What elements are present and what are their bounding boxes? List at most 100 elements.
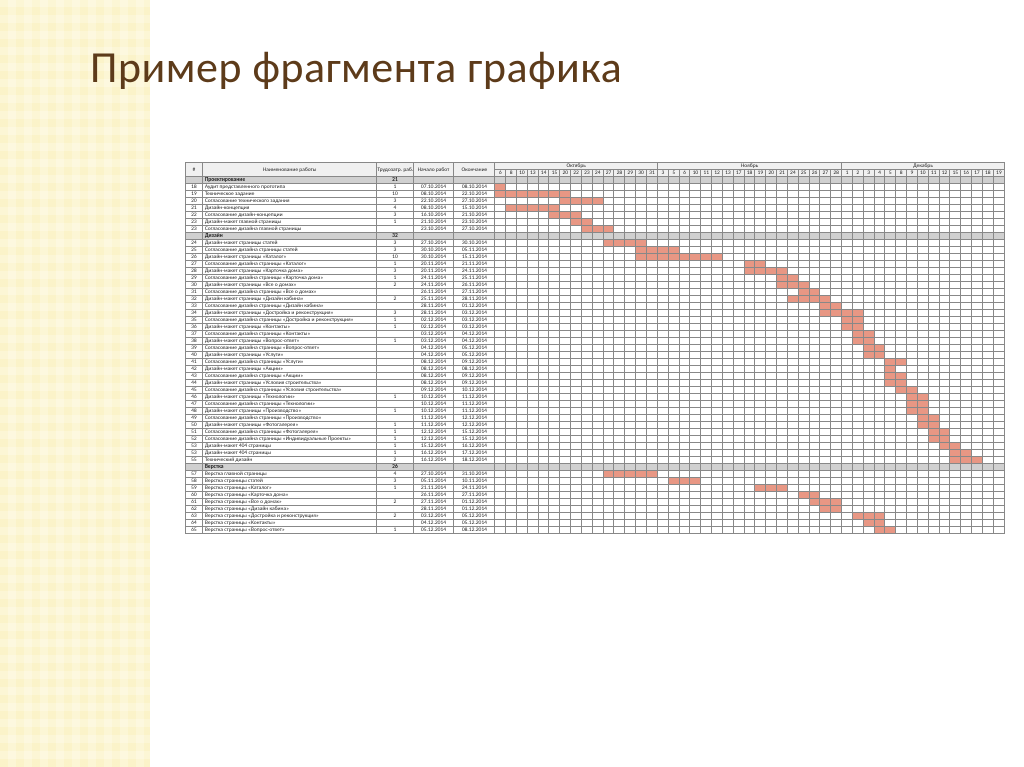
gantt-cell	[636, 485, 647, 492]
gantt-cell	[668, 282, 679, 289]
gantt-cell	[625, 198, 636, 205]
gantt-cell	[950, 506, 961, 513]
gantt-cell	[809, 275, 820, 282]
gantt-cell	[766, 317, 777, 324]
gantt-cell	[657, 212, 668, 219]
gantt-cell	[646, 184, 657, 191]
gantt-cell	[831, 212, 842, 219]
gantt-cell	[571, 520, 582, 527]
gantt-cell	[538, 303, 549, 310]
gantt-cell	[744, 359, 755, 366]
gantt-cell	[809, 457, 820, 464]
gantt-cell	[679, 352, 690, 359]
gantt-cell	[701, 345, 712, 352]
gantt-cell	[527, 317, 538, 324]
gantt-cell	[549, 513, 560, 520]
gantt-cell	[972, 492, 983, 499]
gantt-cell	[646, 310, 657, 317]
gantt-cell	[874, 317, 885, 324]
gantt-cell	[527, 205, 538, 212]
gantt-cell	[517, 401, 528, 408]
task-name: Согласование дизайна страницы «Производс…	[202, 415, 377, 422]
gantt-cell	[863, 289, 874, 296]
gantt-cell	[571, 303, 582, 310]
gantt-cell	[625, 415, 636, 422]
gantt-cell	[950, 471, 961, 478]
gantt-bar	[680, 254, 690, 260]
gantt-cell	[907, 303, 918, 310]
task-name: Дизайн-макет страницы «Производство»	[202, 408, 377, 415]
gantt-bar	[582, 219, 592, 225]
gantt-cell	[993, 296, 1004, 303]
gantt-cell	[495, 408, 506, 415]
gantt-bar	[549, 205, 559, 211]
gantt-cell	[636, 527, 647, 534]
gantt-cell	[495, 513, 506, 520]
gantt-cell	[538, 268, 549, 275]
gantt-cell	[798, 485, 809, 492]
gantt-cell	[928, 226, 939, 233]
gantt-cell	[950, 345, 961, 352]
gantt-cell	[592, 226, 603, 233]
gantt-cell	[690, 422, 701, 429]
gantt-bar	[539, 191, 549, 197]
gantt-cell	[972, 296, 983, 303]
gantt-cell	[885, 429, 896, 436]
gantt-cell	[863, 415, 874, 422]
gantt-cell	[863, 352, 874, 359]
gantt-cell	[549, 527, 560, 534]
start-date: 20.11.2014	[413, 268, 454, 275]
gantt-cell	[885, 275, 896, 282]
gantt-cell	[972, 408, 983, 415]
gantt-cell	[571, 205, 582, 212]
gantt-cell	[679, 296, 690, 303]
gantt-cell	[712, 233, 723, 240]
gantt-cell	[701, 506, 712, 513]
gantt-cell	[961, 429, 972, 436]
gantt-cell	[517, 422, 528, 429]
gantt-cell	[777, 247, 788, 254]
gantt-cell	[863, 261, 874, 268]
day-header: 6	[495, 170, 506, 177]
gantt-cell	[668, 492, 679, 499]
gantt-cell	[831, 422, 842, 429]
gantt-cell	[549, 177, 560, 184]
gantt-bar	[658, 254, 668, 260]
gantt-cell	[668, 184, 679, 191]
gantt-cell	[560, 380, 571, 387]
gantt-cell	[907, 317, 918, 324]
gantt-cell	[950, 296, 961, 303]
gantt-cell	[603, 366, 614, 373]
gantt-cell	[636, 513, 647, 520]
gantt-cell	[592, 303, 603, 310]
gantt-cell	[646, 436, 657, 443]
gantt-cell	[842, 226, 853, 233]
gantt-cell	[625, 303, 636, 310]
day-header: 18	[982, 170, 993, 177]
gantt-cell	[787, 177, 798, 184]
gantt-cell	[603, 401, 614, 408]
gantt-cell	[852, 513, 863, 520]
gantt-cell	[701, 359, 712, 366]
gantt-cell	[549, 324, 560, 331]
gantt-cell	[766, 478, 777, 485]
gantt-cell	[842, 331, 853, 338]
gantt-cell	[722, 450, 733, 457]
gantt-cell	[950, 520, 961, 527]
gantt-cell	[961, 310, 972, 317]
duration	[377, 387, 413, 394]
gantt-cell	[766, 471, 777, 478]
gantt-cell	[517, 450, 528, 457]
gantt-bar	[549, 212, 559, 218]
gantt-cell	[852, 191, 863, 198]
end-date: 21.10.2014	[454, 212, 495, 219]
gantt-cell	[581, 492, 592, 499]
gantt-cell	[625, 380, 636, 387]
gantt-cell	[972, 177, 983, 184]
gantt-cell	[603, 387, 614, 394]
gantt-cell	[549, 366, 560, 373]
gantt-cell	[755, 212, 766, 219]
gantt-cell	[581, 380, 592, 387]
gantt-cell	[928, 205, 939, 212]
end-date: 08.12.2014	[454, 527, 495, 534]
